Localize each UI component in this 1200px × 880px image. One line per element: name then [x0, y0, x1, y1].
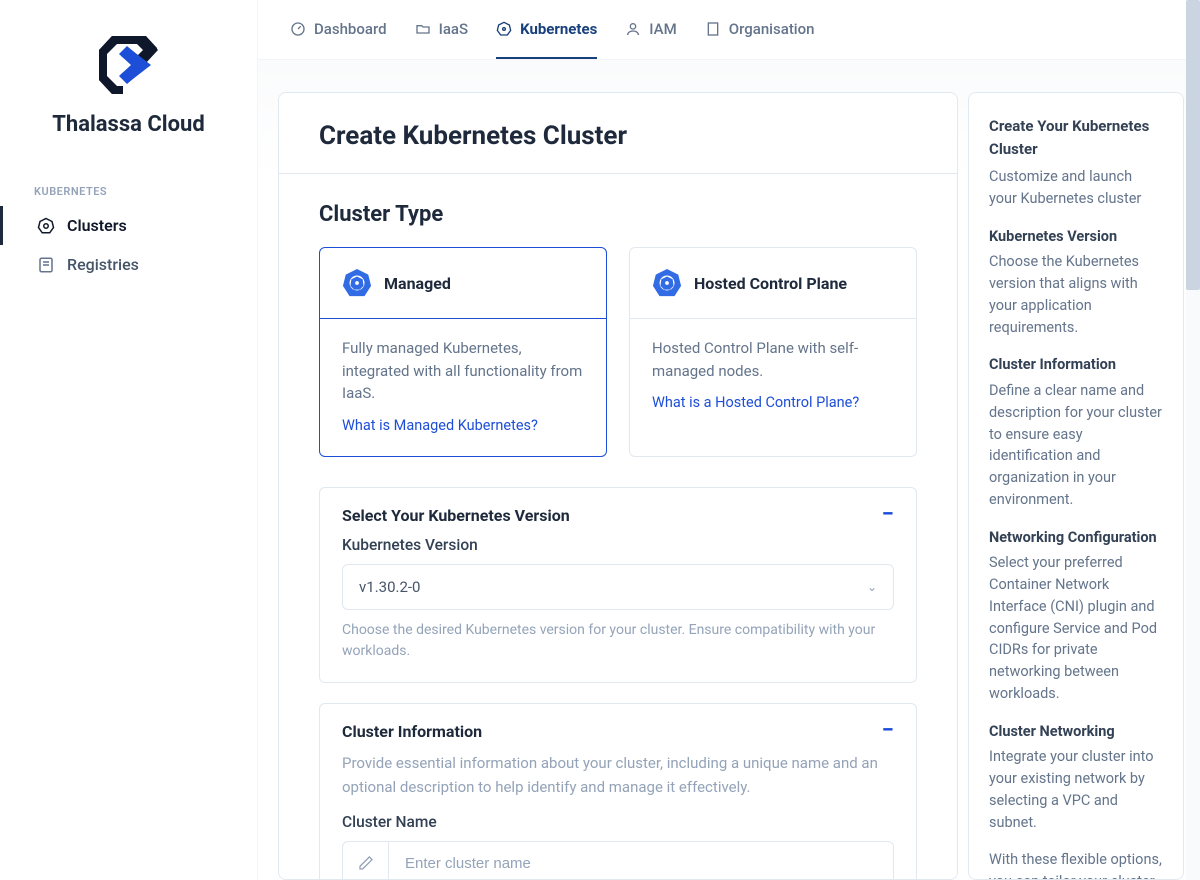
scrollbar[interactable] [1186, 0, 1200, 880]
sidebar-item-clusters[interactable]: Clusters [0, 206, 257, 245]
pencil-icon [343, 842, 389, 880]
help-text: Define a clear name and description for … [989, 380, 1163, 511]
collapse-icon: − [882, 720, 894, 742]
cluster-type-hosted[interactable]: Hosted Control Plane Hosted Control Plan… [629, 247, 917, 457]
info-subtext: Provide essential information about your… [342, 752, 894, 799]
topnav: Dashboard IaaS Kubernetes IAM Organisati… [258, 0, 1200, 60]
brand-logo-icon [89, 36, 169, 98]
type-body: Hosted Control Plane with self-managed n… [630, 319, 916, 434]
help-text: Choose the Kubernetes version that align… [989, 251, 1163, 338]
main-area: Dashboard IaaS Kubernetes IAM Organisati… [258, 0, 1200, 880]
panel-title: Cluster Information [342, 722, 482, 741]
type-card-head: Managed [320, 248, 606, 319]
page-title: Create Kubernetes Cluster [319, 121, 917, 151]
tab-dashboard[interactable]: Dashboard [290, 0, 387, 59]
tab-label: Dashboard [314, 20, 387, 38]
cluster-icon [37, 217, 55, 235]
folder-icon [415, 21, 431, 37]
sidebar-item-label: Clusters [67, 216, 127, 235]
cluster-name-label: Cluster Name [342, 813, 894, 831]
help-text: Integrate your cluster into your existin… [989, 746, 1163, 833]
tab-iam[interactable]: IAM [625, 0, 676, 59]
type-help-link[interactable]: What is Managed Kubernetes? [342, 415, 584, 437]
building-icon [705, 21, 721, 37]
tab-label: IaaS [439, 20, 469, 38]
tab-iaas[interactable]: IaaS [415, 0, 469, 59]
help-sub: Cluster Information [989, 354, 1163, 376]
help-title: Create Your Kubernetes Cluster [989, 115, 1163, 160]
version-field-label: Kubernetes Version [342, 536, 894, 554]
panel-title: Select Your Kubernetes Version [342, 506, 570, 525]
type-body: Fully managed Kubernetes, integrated wit… [320, 319, 606, 456]
tab-label: Kubernetes [520, 20, 597, 38]
type-card-head: Hosted Control Plane [630, 248, 916, 319]
type-title: Hosted Control Plane [694, 274, 847, 293]
kubernetes-icon [496, 21, 512, 37]
version-panel-head[interactable]: Select Your Kubernetes Version − [320, 488, 916, 536]
tab-label: Organisation [729, 20, 815, 38]
brand-name: Thalassa Cloud [20, 112, 237, 137]
cluster-name-input[interactable] [389, 842, 893, 880]
version-selected-value: v1.30.2-0 [359, 578, 420, 596]
tab-label: IAM [649, 20, 676, 38]
sidebar-item-registries[interactable]: Registries [0, 245, 257, 284]
help-panel: Create Your Kubernetes Cluster Customize… [968, 92, 1184, 880]
info-panel-head[interactable]: Cluster Information − [320, 704, 916, 752]
sidebar-group-label: KUBERNETES [0, 177, 257, 206]
cluster-type-managed[interactable]: Managed Fully managed Kubernetes, integr… [319, 247, 607, 457]
registry-icon [37, 256, 55, 274]
info-panel-body: Provide essential information about your… [320, 752, 916, 880]
cluster-name-input-group [342, 841, 894, 880]
content-row: Create Kubernetes Cluster Cluster Type M… [258, 60, 1200, 880]
sidebar-item-label: Registries [67, 255, 139, 274]
help-intro: Customize and launch your Kubernetes clu… [989, 166, 1163, 210]
card-header: Create Kubernetes Cluster [279, 93, 957, 174]
kubernetes-badge-icon [652, 268, 682, 298]
user-icon [625, 21, 641, 37]
version-panel: Select Your Kubernetes Version − Kuberne… [319, 487, 917, 683]
cluster-type-heading: Cluster Type [319, 202, 917, 227]
version-select[interactable]: v1.30.2-0 ⌄ [342, 564, 894, 610]
kubernetes-badge-icon [342, 268, 372, 298]
help-sub: Cluster Networking [989, 721, 1163, 743]
cluster-info-panel: Cluster Information − Provide essential … [319, 703, 917, 880]
dashboard-icon [290, 21, 306, 37]
sidebar: Thalassa Cloud KUBERNETES Clusters Regis… [0, 0, 258, 880]
version-panel-body: Kubernetes Version v1.30.2-0 ⌄ Choose th… [320, 536, 916, 682]
chevron-down-icon: ⌄ [867, 580, 877, 594]
help-sub: Networking Configuration [989, 527, 1163, 549]
type-desc: Fully managed Kubernetes, integrated wit… [342, 337, 584, 405]
version-helper: Choose the desired Kubernetes version fo… [342, 620, 894, 662]
logo-area: Thalassa Cloud [0, 36, 257, 177]
type-desc: Hosted Control Plane with self-managed n… [652, 337, 894, 382]
tab-kubernetes[interactable]: Kubernetes [496, 0, 597, 59]
help-text: Select your preferred Container Network … [989, 552, 1163, 704]
cluster-type-grid: Managed Fully managed Kubernetes, integr… [319, 247, 917, 457]
type-title: Managed [384, 274, 451, 293]
tab-organisation[interactable]: Organisation [705, 0, 815, 59]
collapse-icon: − [882, 504, 894, 526]
help-footer: With these flexible options, you can tai… [989, 849, 1163, 880]
help-sub: Kubernetes Version [989, 226, 1163, 248]
main-card: Create Kubernetes Cluster Cluster Type M… [278, 92, 958, 880]
card-body: Cluster Type Managed Fully managed Kuber… [279, 174, 957, 880]
type-help-link[interactable]: What is a Hosted Control Plane? [652, 392, 894, 414]
scrollbar-thumb[interactable] [1186, 0, 1200, 290]
